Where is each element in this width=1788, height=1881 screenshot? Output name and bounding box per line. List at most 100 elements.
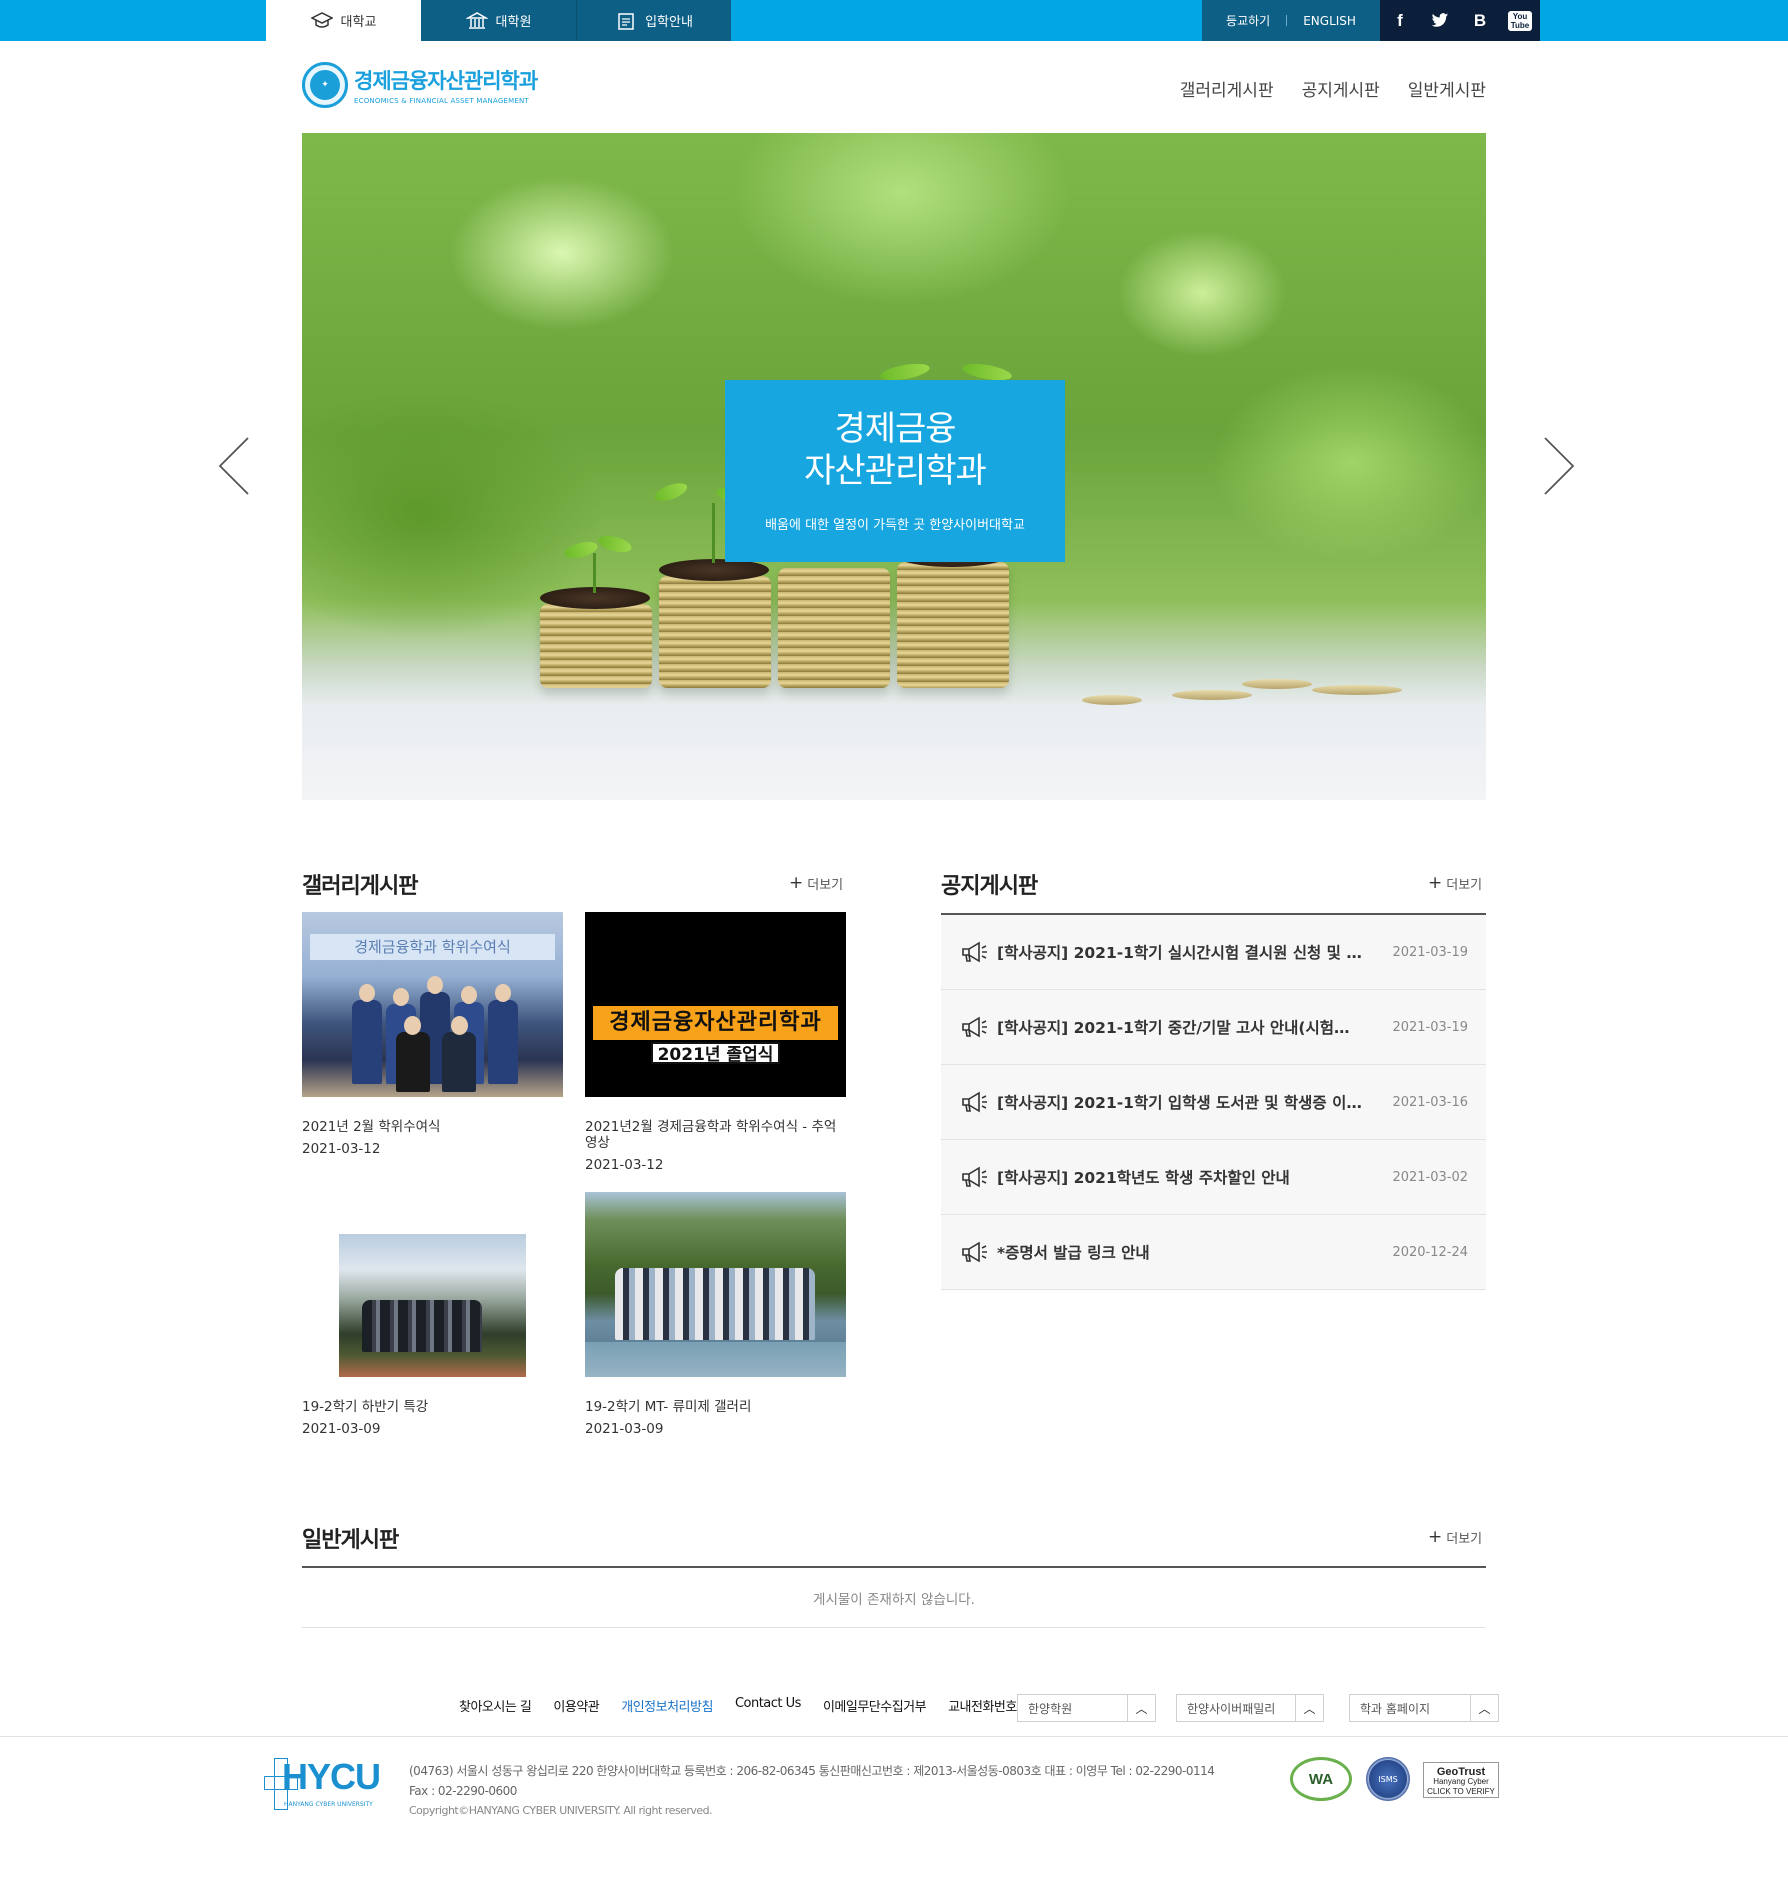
tab-university-label: 대학교 bbox=[340, 15, 377, 30]
notice-title[interactable]: [학사공지] 2021-1학기 중간/기말 고사 안내(시험… bbox=[997, 1016, 1373, 1038]
megaphone-icon bbox=[962, 1016, 987, 1038]
plus-icon: + bbox=[1428, 873, 1443, 893]
wa-certification-badge[interactable]: WA bbox=[1290, 1757, 1352, 1801]
gallery-thumbnail[interactable]: 경제금융학과 학위수여식 bbox=[302, 912, 563, 1097]
sprout-stem bbox=[712, 503, 715, 563]
gallery-item-title[interactable]: 19-2학기 하반기 특강 bbox=[302, 1399, 563, 1415]
notice-more-label: 더보기 bbox=[1446, 877, 1483, 893]
notice-date: 2021-03-02 bbox=[1392, 1169, 1468, 1185]
twitter-icon[interactable] bbox=[1420, 0, 1460, 41]
geotrust-click: CLICK TO VERIFY bbox=[1427, 1787, 1495, 1796]
blog-glyph: B bbox=[1473, 10, 1487, 30]
youtube-icon[interactable]: You Tube bbox=[1500, 0, 1540, 41]
family-site-select-department[interactable]: 학과 홈페이지 ︿ bbox=[1349, 1694, 1499, 1722]
gallery-item[interactable]: 경제금융자산관리학과 2021년 졸업식 2021년2월 경제금융학과 학위수여… bbox=[585, 912, 846, 1173]
family-site-select-cyber[interactable]: 한양사이버패밀리 ︿ bbox=[1176, 1694, 1324, 1722]
select-value: 한양사이버패밀리 bbox=[1187, 1701, 1276, 1716]
family-site-select-hanyang[interactable]: 한양학원 ︿ bbox=[1017, 1694, 1156, 1722]
hycu-logo-subtitle: HANYANG CYBER UNIVERSITY bbox=[284, 1801, 373, 1808]
notice-date: 2020-12-24 bbox=[1392, 1244, 1468, 1260]
util-separator bbox=[1286, 15, 1288, 26]
youtube-label-top: You bbox=[1512, 11, 1528, 21]
tab-admission[interactable]: 입학안내 bbox=[576, 0, 731, 41]
geotrust-title: GeoTrust bbox=[1436, 1766, 1486, 1778]
copyright: Copyright©HANYANG CYBER UNIVERSITY. All … bbox=[409, 1804, 713, 1817]
chevron-up-icon[interactable]: ︿ bbox=[1127, 1695, 1155, 1721]
tab-graduate-school-label: 대학원 bbox=[495, 15, 532, 30]
geotrust-badge[interactable]: GeoTrust Hanyang Cyber CLICK TO VERIFY bbox=[1423, 1762, 1499, 1798]
plus-icon: + bbox=[789, 873, 804, 893]
notice-date: 2021-03-19 bbox=[1392, 944, 1468, 960]
footer-link-privacy[interactable]: 개인정보처리방침 bbox=[621, 1696, 713, 1715]
glass-deck bbox=[585, 1342, 846, 1377]
facebook-icon[interactable]: f bbox=[1380, 0, 1420, 41]
tab-graduate-school[interactable]: 대학원 bbox=[421, 0, 576, 41]
tab-admission-label: 입학안내 bbox=[645, 15, 693, 30]
video-subtitle-banner: 2021년 졸업식 bbox=[651, 1042, 780, 1065]
gallery-item[interactable]: 19-2학기 MT- 류미제 갤러리 2021-03-09 bbox=[585, 1192, 846, 1437]
english-link[interactable]: ENGLISH bbox=[1303, 14, 1356, 28]
chevron-up-icon[interactable]: ︿ bbox=[1295, 1695, 1323, 1721]
address-line2: Fax : 02-2290-0600 bbox=[409, 1784, 517, 1798]
gallery-thumbnail[interactable] bbox=[585, 1192, 846, 1377]
person-head bbox=[461, 986, 477, 1004]
nav-general[interactable]: 일반게시판 bbox=[1408, 76, 1486, 101]
select-value: 학과 홈페이지 bbox=[1360, 1701, 1431, 1716]
footer-divider bbox=[0, 1736, 1788, 1737]
gallery-thumbnail[interactable] bbox=[302, 1192, 563, 1377]
notice-date: 2021-03-16 bbox=[1392, 1094, 1468, 1110]
notice-date: 2021-03-19 bbox=[1392, 1019, 1468, 1035]
notice-title[interactable]: [학사공지] 2021-1학기 실시간시험 결시원 신청 및 … bbox=[997, 941, 1373, 963]
footer-link-terms[interactable]: 이용약관 bbox=[553, 1696, 599, 1715]
slider-prev-icon[interactable] bbox=[216, 436, 256, 496]
isms-certification-badge[interactable]: ISMS bbox=[1366, 1757, 1410, 1801]
nav-gallery[interactable]: 갤러리게시판 bbox=[1180, 76, 1274, 101]
megaphone-icon bbox=[962, 1166, 987, 1188]
gallery-item-title[interactable]: 19-2학기 MT- 류미제 갤러리 bbox=[585, 1399, 846, 1415]
select-value: 한양학원 bbox=[1028, 1701, 1073, 1716]
utility-menu: 등교하기 ENGLISH bbox=[1202, 0, 1380, 41]
hycu-logo[interactable]: HYCU HANYANG CYBER UNIVERSITY bbox=[264, 1756, 381, 1814]
notice-title[interactable]: [학사공지] 2021학년도 학생 주차할인 안내 bbox=[997, 1166, 1373, 1188]
footer-link-contact[interactable]: Contact Us bbox=[735, 1696, 802, 1715]
gallery-item[interactable]: 경제금융학과 학위수여식 2021년 2월 학위수여식 2021-03-12 bbox=[302, 912, 563, 1157]
gallery-more-label: 더보기 bbox=[807, 877, 844, 893]
twitter-bird-icon bbox=[1431, 13, 1449, 27]
gallery-item-title[interactable]: 2021년2월 경제금융학과 학위수여식 - 추억영상 bbox=[585, 1119, 846, 1151]
hero-slider: 경제금융 자산관리학과 배움에 대한 열정이 가득한 곳 한양사이버대학교 bbox=[302, 133, 1486, 800]
slider-next-icon[interactable] bbox=[1537, 436, 1577, 496]
gallery-more-link[interactable]: + 더보기 bbox=[789, 873, 843, 893]
person-figure bbox=[352, 1000, 382, 1084]
notice-row[interactable]: *증명서 발급 링크 안내 2020-12-24 bbox=[941, 1215, 1486, 1290]
notice-title[interactable]: *증명서 발급 링크 안내 bbox=[997, 1241, 1373, 1263]
notice-row[interactable]: [학사공지] 2021학년도 학생 주차할인 안내 2021-03-02 bbox=[941, 1140, 1486, 1215]
gallery-thumbnail[interactable]: 경제금융자산관리학과 2021년 졸업식 bbox=[585, 912, 846, 1097]
chevron-up-icon[interactable]: ︿ bbox=[1470, 1695, 1498, 1721]
main-nav: 갤러리게시판 공지게시판 일반게시판 bbox=[1180, 76, 1486, 101]
notice-more-link[interactable]: + 더보기 bbox=[1428, 873, 1482, 893]
footer-link-directions[interactable]: 찾아오시는 길 bbox=[459, 1696, 532, 1715]
notice-row[interactable]: [학사공지] 2021-1학기 입학생 도서관 및 학생증 이… 2021-03… bbox=[941, 1065, 1486, 1140]
nav-notice[interactable]: 공지게시판 bbox=[1302, 76, 1380, 101]
isms-badge-text: ISMS bbox=[1378, 1774, 1398, 1784]
general-more-link[interactable]: + 더보기 bbox=[1428, 1527, 1482, 1547]
coin-stack bbox=[659, 576, 771, 688]
hero-subtitle: 배움에 대한 열정이 가득한 곳 한양사이버대학교 bbox=[765, 518, 1025, 533]
person-head bbox=[359, 984, 375, 1002]
person-figure bbox=[488, 1000, 518, 1084]
login-link[interactable]: 등교하기 bbox=[1226, 12, 1270, 29]
notice-row[interactable]: [학사공지] 2021-1학기 중간/기말 고사 안내(시험… 2021-03-… bbox=[941, 990, 1486, 1065]
coin-stack bbox=[897, 562, 1009, 688]
blog-icon[interactable]: B bbox=[1460, 0, 1500, 41]
tab-university[interactable]: 대학교 bbox=[266, 0, 421, 41]
footer-link-phonebook[interactable]: 교내전화번호 bbox=[948, 1696, 1017, 1715]
person-head bbox=[404, 1016, 421, 1035]
logo-emblem-icon: ✦ bbox=[302, 62, 348, 108]
gallery-item-title[interactable]: 2021년 2월 학위수여식 bbox=[302, 1119, 563, 1135]
hero-title-line2: 자산관리학과 bbox=[804, 451, 987, 491]
department-logo[interactable]: ✦ 경제금융자산관리학과 ECONOMICS & FINANCIAL ASSET… bbox=[302, 62, 538, 108]
notice-title[interactable]: [학사공지] 2021-1학기 입학생 도서관 및 학생증 이… bbox=[997, 1091, 1373, 1113]
footer-link-email-refusal[interactable]: 이메일무단수집거부 bbox=[823, 1696, 927, 1715]
gallery-item[interactable]: 19-2학기 하반기 특강 2021-03-09 bbox=[302, 1192, 563, 1437]
notice-row[interactable]: [학사공지] 2021-1학기 실시간시험 결시원 신청 및 … 2021-03… bbox=[941, 915, 1486, 990]
